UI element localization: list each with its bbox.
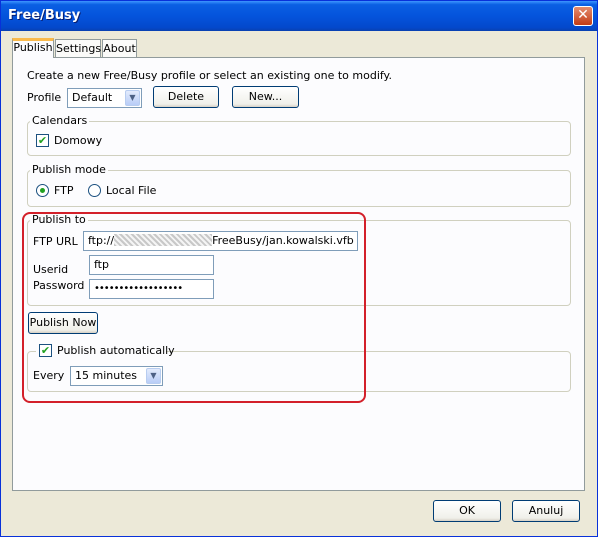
radio-selected-dot [40,188,45,193]
ftp-radio[interactable] [36,184,49,197]
tab-publish[interactable]: Publish [12,38,54,58]
calendar-domowy-label: Domowy [54,134,103,147]
ftp-url-prefix: ftp:// [88,234,115,247]
tab-settings[interactable]: Settings [55,39,101,58]
tab-about[interactable]: About [102,39,137,58]
ftp-url-suffix: FreeBusy/jan.kowalski.vfb [212,234,354,247]
chevron-down-icon[interactable]: ▼ [146,368,161,384]
calendars-group [27,121,571,156]
interval-select[interactable]: 15 minutes ▼ [70,366,163,386]
cancel-button[interactable]: Anuluj [512,500,580,522]
new-profile-button[interactable]: New... [232,86,299,108]
title-bar[interactable]: Free/Busy ✕ [1,1,597,31]
interval-select-value: 15 minutes [75,369,138,382]
local-file-radio-label: Local File [106,184,157,197]
password-input[interactable]: •••••••••••••••••• [89,279,214,299]
calendar-domowy-checkbox[interactable]: ✔ [36,134,49,147]
profile-instruction: Create a new Free/Busy profile or select… [27,69,392,82]
calendars-group-title: Calendars [30,114,90,127]
profile-select[interactable]: Default ▼ [67,88,142,108]
every-label: Every [33,369,65,382]
profile-label: Profile [27,91,62,104]
ftp-radio-label: FTP [54,184,74,197]
publish-automatically-checkbox[interactable]: ✔ [39,344,52,357]
ftp-url-label: FTP URL [33,235,78,248]
userid-label: Userid [33,263,69,276]
delete-button[interactable]: Delete [153,86,219,108]
chevron-down-icon[interactable]: ▼ [125,90,140,106]
local-file-radio[interactable] [88,184,101,197]
profile-select-value: Default [72,91,113,104]
password-label: Password [33,279,85,292]
free-busy-dialog: Free/Busy ✕ Publish Settings About Creat… [0,0,598,537]
ftp-url-input[interactable]: ftp:// FreeBusy/jan.kowalski.vfb [83,231,358,251]
publish-to-group-title: Publish to [30,213,88,226]
ftp-url-redacted [114,234,213,246]
close-icon[interactable]: ✕ [573,6,593,26]
ok-button[interactable]: OK [433,500,501,522]
publish-automatically-label: Publish automatically [57,344,175,357]
window-title: Free/Busy [8,8,81,23]
userid-input[interactable]: ftp [89,255,214,275]
publish-mode-group-title: Publish mode [30,163,108,176]
publish-now-button[interactable]: Publish Now [28,312,98,334]
